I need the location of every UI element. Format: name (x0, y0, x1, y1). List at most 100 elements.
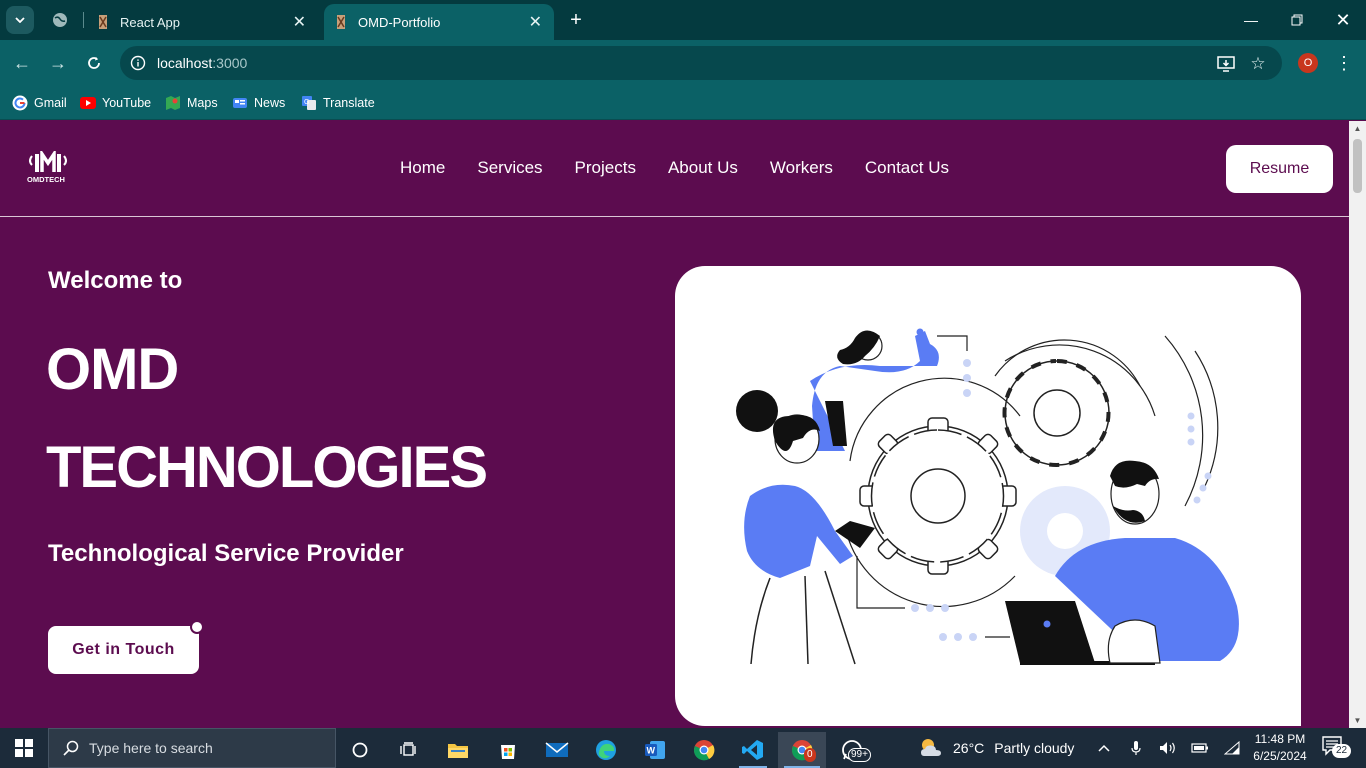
hero-title-line1: OMD (46, 337, 179, 402)
tab-title: React App (120, 14, 180, 30)
bookmark-youtube[interactable]: YouTube (80, 92, 151, 114)
hero-illustration-card (675, 266, 1301, 726)
windows-logo-icon (15, 739, 33, 757)
bookmark-maps[interactable]: Maps (165, 92, 218, 114)
scroll-down-arrow-icon[interactable]: ▼ (1353, 716, 1362, 725)
word-icon[interactable]: W (635, 732, 675, 768)
wifi-icon[interactable] (1222, 738, 1242, 758)
tab-title: OMD-Portfolio (358, 14, 441, 30)
clock-time: 11:48 PM (1254, 732, 1306, 746)
bookmark-gmail[interactable]: Gmail (12, 92, 67, 114)
search-icon (61, 738, 81, 758)
mail-icon[interactable] (537, 732, 577, 768)
person-left-figure (736, 390, 875, 665)
globe-icon[interactable] (50, 10, 70, 30)
nav-services[interactable]: Services (461, 157, 558, 179)
hero-subtitle: Technological Service Provider (48, 540, 404, 567)
omdtech-logo[interactable]: OMDTECH (26, 148, 70, 185)
restore-icon[interactable] (1274, 0, 1320, 40)
logo-text: OMDTECH (27, 175, 65, 184)
nav-home[interactable]: Home (384, 157, 461, 179)
bookmark-label: YouTube (102, 96, 152, 110)
profile-avatar[interactable]: O (1298, 53, 1318, 73)
forward-arrow-icon[interactable]: → (45, 50, 71, 76)
volume-icon[interactable] (1158, 738, 1178, 758)
microsoft-store-icon[interactable] (488, 732, 528, 768)
weather-desc: Partly cloudy (994, 740, 1075, 756)
nav-workers[interactable]: Workers (754, 157, 849, 179)
scroll-up-arrow-icon[interactable]: ▲ (1353, 124, 1362, 133)
notifications-count: 22 (1332, 744, 1352, 758)
bookmark-label: Maps (187, 96, 218, 110)
tab-separator (83, 12, 84, 28)
taskbar-clock[interactable]: 11:48 PM 6/25/2024 (1250, 731, 1310, 765)
maps-icon (165, 95, 181, 111)
tab-search-menu-button[interactable] (6, 6, 34, 34)
edge-browser-icon[interactable] (586, 732, 626, 768)
clock-date: 6/25/2024 (1253, 749, 1307, 763)
start-button[interactable] (0, 728, 48, 768)
chrome-badge: 0 (804, 748, 816, 762)
cortana-icon[interactable] (340, 732, 380, 768)
partly-cloudy-icon (921, 739, 941, 756)
nav-about-us[interactable]: About Us (652, 157, 754, 179)
whatsapp-icon[interactable]: 99+ (832, 732, 872, 768)
chrome-icon[interactable] (684, 732, 724, 768)
taskbar-search-box[interactable]: Type here to search (48, 728, 336, 768)
battery-icon[interactable] (1190, 738, 1210, 758)
bookmark-star-icon[interactable]: ☆ (1248, 54, 1268, 74)
hero-welcome-text: Welcome to (48, 267, 183, 294)
site-info-icon[interactable] (130, 55, 146, 71)
small-gear-icon (1002, 359, 1111, 467)
news-icon (232, 95, 248, 111)
install-app-icon[interactable] (1216, 54, 1236, 74)
chevron-down-icon (15, 17, 25, 23)
browser-toolbar: ← → localhost:3000 ☆ O ⋮ (0, 40, 1366, 86)
address-bar[interactable]: localhost:3000 ☆ (120, 46, 1282, 80)
page-scrollbar[interactable]: ▲ ▼ (1349, 121, 1366, 728)
close-tab-icon[interactable]: ✕ (293, 12, 306, 32)
scrollbar-thumb[interactable] (1353, 139, 1362, 193)
file-explorer-icon[interactable] (438, 732, 478, 768)
hero-title-line2: TECHNOLOGIES (46, 435, 488, 500)
close-tab-icon[interactable]: ✕ (529, 12, 542, 32)
minimize-icon[interactable]: — (1228, 0, 1274, 40)
nav-projects[interactable]: Projects (559, 157, 652, 179)
site-navbar: OMDTECH Home Services Projects About Us … (0, 121, 1349, 217)
notification-center-icon[interactable]: 22 (1322, 736, 1352, 760)
nav-contact-us[interactable]: Contact Us (849, 157, 965, 179)
microphone-icon[interactable] (1126, 738, 1146, 758)
url-text: localhost:3000 (157, 55, 248, 71)
show-hidden-icons-chevron-icon[interactable] (1094, 738, 1114, 758)
gmail-icon (12, 95, 28, 111)
close-window-icon[interactable]: ✕ (1320, 0, 1366, 40)
browser-tab-bar: React App ✕ OMD-Portfolio ✕ + — ✕ (0, 0, 1366, 40)
bookmark-label: News (254, 96, 286, 110)
windows-taskbar: Type here to search W 0 99+ 26°C Partly … (0, 728, 1366, 768)
whatsapp-badge: 99+ (848, 748, 871, 762)
get-in-touch-button[interactable]: Get in Touch (48, 626, 199, 674)
team-gears-illustration (736, 328, 1239, 665)
vscode-icon[interactable] (733, 732, 773, 768)
bookmark-news[interactable]: News (232, 92, 285, 114)
svg-text:W: W (647, 746, 656, 756)
new-tab-plus-icon[interactable]: + (564, 8, 588, 32)
main-nav: Home Services Projects About Us Workers … (384, 157, 965, 179)
chrome-active-icon[interactable]: 0 (778, 732, 826, 768)
bookmark-translate[interactable]: G Translate (301, 92, 375, 114)
cursor-dot (190, 620, 204, 634)
bookmark-label: Translate (323, 96, 375, 110)
search-placeholder: Type here to search (89, 740, 213, 756)
weather-widget[interactable]: 26°C Partly cloudy (918, 736, 1074, 760)
more-menu-icon[interactable]: ⋮ (1334, 52, 1354, 74)
tab-omd-portfolio[interactable]: OMD-Portfolio ✕ (324, 4, 554, 40)
back-arrow-icon[interactable]: ← (9, 50, 35, 76)
svg-text:G: G (304, 99, 309, 106)
translate-icon: G (301, 95, 317, 111)
task-view-icon[interactable] (388, 732, 428, 768)
resume-button[interactable]: Resume (1226, 145, 1333, 193)
youtube-icon (80, 95, 96, 111)
large-gear-icon (859, 417, 1017, 575)
tab-react-app[interactable]: React App ✕ (86, 4, 318, 40)
reload-icon[interactable] (81, 50, 107, 76)
